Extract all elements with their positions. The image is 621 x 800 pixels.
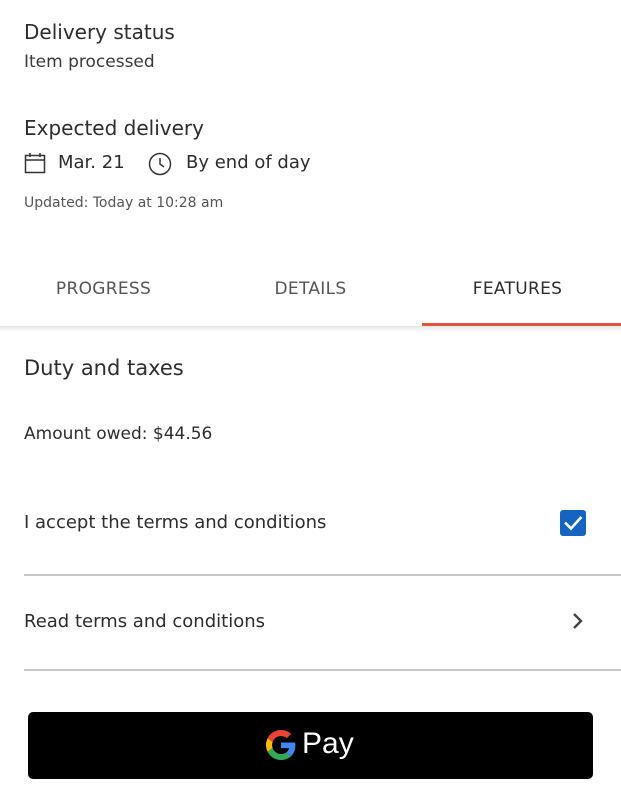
pay-label: Pay [302,727,354,760]
tab-details[interactable]: DETAILS [207,258,414,326]
checkmark-icon [564,516,583,531]
accept-terms-checkbox[interactable] [560,510,586,536]
google-pay-mark: Pay [266,726,366,766]
read-terms-link[interactable]: Read terms and conditions [24,613,265,631]
divider [24,574,621,576]
delivery-status-value: Item processed [24,52,155,72]
expected-delivery-row: Mar. 21 By end of day [24,150,424,178]
tab-features[interactable]: FEATURES [414,258,621,326]
expected-delivery-label: Expected delivery [24,116,204,140]
delivery-header: Delivery status Item processed Expected … [0,0,621,326]
delivery-time: By end of day [186,152,311,173]
tab-bar: PROGRESS DETAILS FEATURES [0,258,621,326]
clock-icon [148,152,172,176]
calendar-icon [24,153,46,174]
tab-bar-shadow [0,326,621,332]
divider [24,669,621,671]
google-g-icon [266,730,296,760]
google-pay-button[interactable]: Pay [28,712,593,779]
amount-owed: Amount owed: $44.56 [24,424,213,444]
delivery-status-label: Delivery status [24,20,175,44]
section-title: Duty and taxes [24,356,184,380]
accept-terms-label: I accept the terms and conditions [24,512,327,533]
updated-timestamp: Updated: Today at 10:28 am [24,195,224,211]
tab-progress[interactable]: PROGRESS [0,258,207,326]
chevron-right-icon[interactable] [568,610,588,632]
delivery-date: Mar. 21 [58,152,125,173]
